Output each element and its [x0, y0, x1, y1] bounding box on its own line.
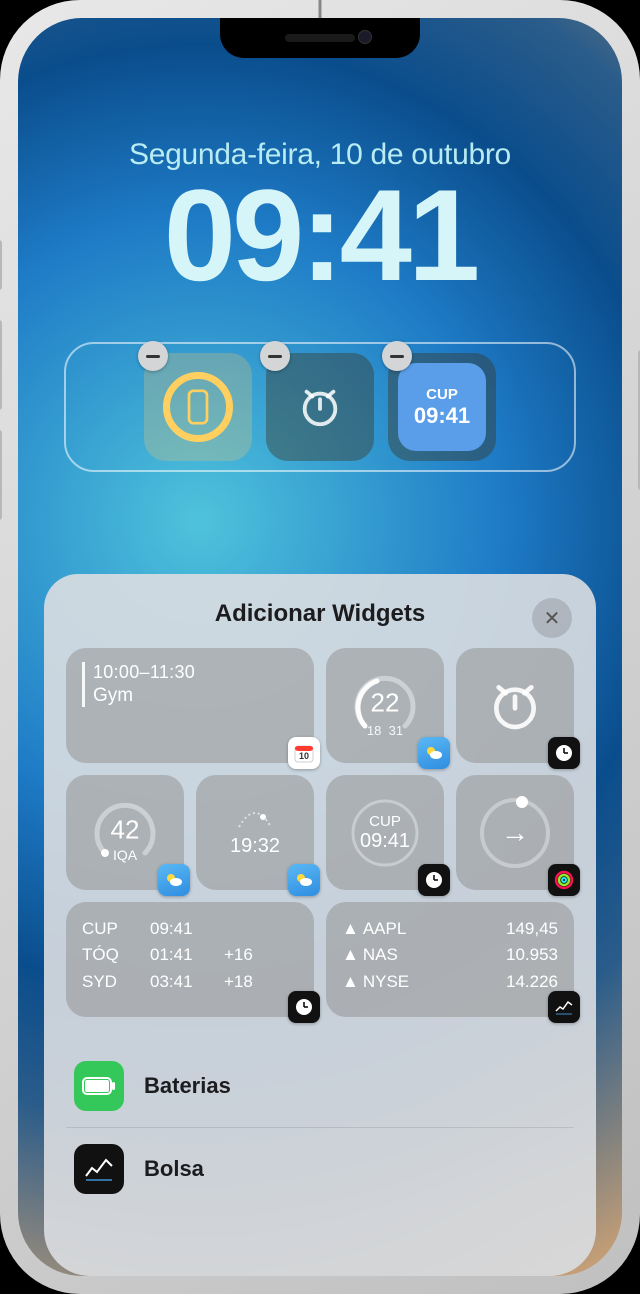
mute-switch	[0, 240, 2, 290]
weather-app-icon	[418, 737, 450, 769]
svg-text:10: 10	[299, 751, 309, 761]
sunset-time: 19:32	[230, 835, 280, 858]
clock-row: TÓQ 01:41 +16	[82, 942, 298, 968]
activity-ring-icon: →	[480, 798, 550, 868]
notch	[220, 18, 420, 58]
world-clock-tile: CUP 09:41	[398, 363, 486, 451]
app-category-label: Bolsa	[144, 1156, 204, 1182]
front-camera	[358, 30, 372, 44]
alarm-clock-icon	[295, 382, 345, 432]
fitness-app-icon	[548, 864, 580, 896]
suggestion-stocks[interactable]: ▲AAPL 149,45 ▲NAS 10.953 ▲NYSE 14.226	[326, 902, 574, 1017]
app-category-list: Baterias Bolsa	[66, 1045, 574, 1210]
clock-app-icon	[418, 864, 450, 896]
close-icon: ✕	[544, 606, 561, 631]
alarm-clock-icon	[487, 678, 543, 734]
circle-frame-icon	[347, 795, 423, 871]
suggestion-air-quality[interactable]: 42 IQA	[66, 775, 184, 890]
aqi-label: IQA	[87, 847, 163, 863]
weather-app-icon	[288, 864, 320, 896]
lock-screen-clock[interactable]: Segunda-feira, 10 de outubro 09:41	[18, 138, 622, 300]
suggestion-alarm[interactable]	[456, 648, 574, 763]
battery-ring-icon	[163, 372, 233, 442]
phone-frame: Segunda-feira, 10 de outubro 09:41 CUP	[0, 0, 640, 1294]
suggestion-calendar-event[interactable]: 10:00–11:30 Gym 10	[66, 648, 314, 763]
time-label: 09:41	[18, 170, 622, 300]
city-time: 09:41	[414, 403, 470, 429]
sunset-icon	[235, 807, 275, 831]
app-category-label: Baterias	[144, 1073, 231, 1099]
volume-down-button	[0, 430, 2, 520]
temp-gauge-icon: 22 18 31	[347, 668, 423, 744]
event-name: Gym	[93, 685, 195, 707]
widget-tray[interactable]: CUP 09:41	[64, 342, 576, 472]
event-time-range: 10:00–11:30	[93, 662, 195, 683]
close-button[interactable]: ✕	[532, 598, 572, 638]
city-label: CUP	[426, 386, 458, 403]
app-category-stocks[interactable]: Bolsa	[66, 1128, 574, 1210]
temp-value: 22	[371, 687, 400, 718]
app-category-batteries[interactable]: Baterias	[66, 1045, 574, 1128]
stock-row: ▲NYSE 14.226	[342, 969, 558, 995]
aqi-gauge-icon: 42 IQA	[87, 795, 163, 871]
volume-up-button	[0, 320, 2, 410]
add-widgets-sheet: Adicionar Widgets ✕ 10:00–11:30 Gym 10	[44, 574, 596, 1276]
stock-row: ▲AAPL 149,45	[342, 916, 558, 942]
widget-suggestions-grid: 10:00–11:30 Gym 10 22 18 31	[66, 648, 574, 1017]
tray-widget-world-clock[interactable]: CUP 09:41	[388, 353, 496, 461]
suggestion-world-clock-single[interactable]: CUP 09:41	[326, 775, 444, 890]
sheet-title: Adicionar Widgets	[215, 600, 425, 628]
calendar-app-icon: 10	[288, 737, 320, 769]
aqi-value: 42	[111, 814, 140, 845]
remove-widget-button[interactable]	[382, 341, 412, 371]
suggestion-fitness[interactable]: →	[456, 775, 574, 890]
clock-app-icon	[288, 991, 320, 1023]
tray-widget-alarm[interactable]	[266, 353, 374, 461]
stocks-app-icon	[74, 1144, 124, 1194]
clock-row: CUP 09:41	[82, 916, 298, 942]
screen: Segunda-feira, 10 de outubro 09:41 CUP	[18, 18, 622, 1276]
clock-app-icon	[548, 737, 580, 769]
suggestion-world-clock-list[interactable]: CUP 09:41 TÓQ 01:41 +16 SYD 03:41 +	[66, 902, 314, 1017]
stocks-app-icon	[548, 991, 580, 1023]
batteries-app-icon	[74, 1061, 124, 1111]
stock-row: ▲NAS 10.953	[342, 942, 558, 968]
arrow-right-icon: →	[501, 817, 529, 849]
suggestion-weather-temp[interactable]: 22 18 31	[326, 648, 444, 763]
tray-widget-battery[interactable]	[144, 353, 252, 461]
remove-widget-button[interactable]	[260, 341, 290, 371]
suggestion-sunset[interactable]: 19:32	[196, 775, 314, 890]
remove-widget-button[interactable]	[138, 341, 168, 371]
clock-row: SYD 03:41 +18	[82, 969, 298, 995]
weather-app-icon	[158, 864, 190, 896]
